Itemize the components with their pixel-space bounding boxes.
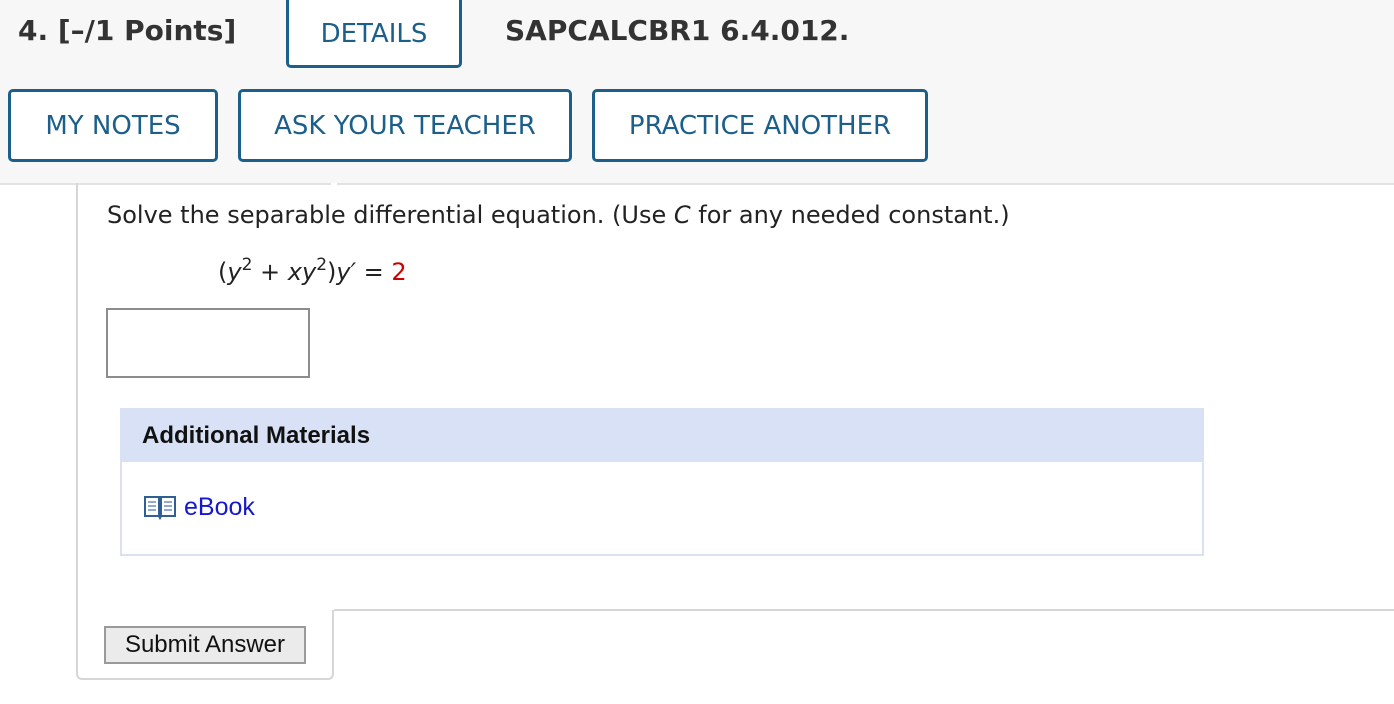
question-title: 4. [–/1 Points] [18,14,236,48]
eq-exponent-2: 2 [316,255,328,275]
ebook-link[interactable]: eBook [144,492,255,522]
problem-id: SAPCALCBR1 6.4.012. [505,14,850,47]
submit-answer-button[interactable]: Submit Answer [104,626,306,664]
eq-y-term: y [227,258,242,286]
problem-prompt: Solve the separable differential equatio… [107,199,1010,231]
differential-equation: (y2 + xy2)y′ = 2 [218,256,407,288]
ebook-label[interactable]: eBook [184,492,255,522]
prompt-variable: C [673,201,691,229]
additional-materials-panel: Additional Materials eBook [120,408,1204,556]
ask-teacher-button[interactable]: ASK YOUR TEACHER [238,89,572,162]
additional-materials-heading: Additional Materials [122,410,1202,462]
question-number: 4. [18,14,49,47]
eq-y-prime: y′ [336,258,357,286]
question-header: 4. [–/1 Points] DETAILS SAPCALCBR1 6.4.0… [0,0,1394,185]
book-icon [144,496,176,520]
practice-another-button[interactable]: PRACTICE ANOTHER [592,89,928,162]
eq-open-paren: ( [218,258,228,286]
eq-rhs-value: 2 [391,258,407,286]
eq-close-paren: ) [327,258,337,286]
eq-equals: = [356,258,392,286]
points-label: [–/1 Points] [57,14,237,47]
prompt-text-end: for any needed constant.) [690,201,1010,229]
eq-plus: + [252,258,288,286]
frame-divider [334,609,1394,611]
eq-exponent-1: 2 [241,255,253,275]
my-notes-button[interactable]: MY NOTES [8,89,218,162]
details-button[interactable]: DETAILS [286,0,462,68]
answer-input[interactable] [106,308,310,378]
eq-xy-term: xy [287,258,317,286]
prompt-text-start: Solve the separable differential equatio… [107,201,674,229]
